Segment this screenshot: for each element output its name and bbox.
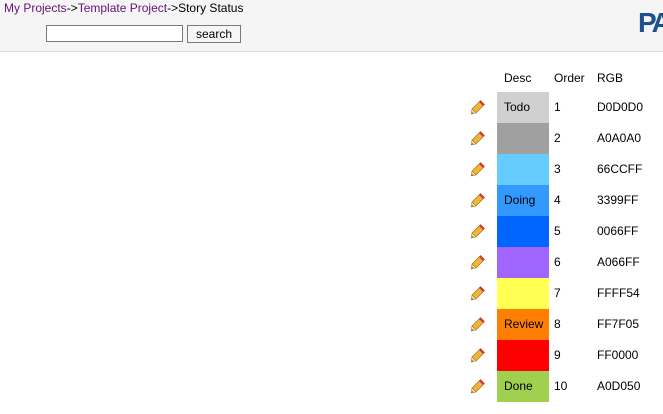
pencil-icon[interactable]: [470, 378, 486, 394]
status-color-swatch: Done: [497, 371, 549, 402]
pa-logo: PA: [636, 2, 663, 44]
table-row: Done 10 A0D050: [462, 371, 663, 402]
column-header-rgb: RGB: [597, 71, 624, 85]
status-color-swatch: [497, 154, 549, 185]
status-rgb: A066FF: [597, 255, 640, 269]
status-order: 6: [554, 255, 561, 269]
status-color-swatch: Doing: [497, 185, 549, 216]
status-order: 1: [554, 100, 561, 114]
status-rgb: FFFF54: [597, 286, 640, 300]
table-row: 3 66CCFF: [462, 154, 663, 185]
breadcrumb-separator: ->: [66, 1, 78, 15]
pencil-icon[interactable]: [470, 347, 486, 363]
pencil-icon[interactable]: [470, 130, 486, 146]
pencil-icon[interactable]: [470, 161, 486, 177]
table-row: Todo 1 D0D0D0: [462, 92, 663, 123]
status-color-swatch: Review: [497, 309, 549, 340]
table-row: Doing 4 3399FF: [462, 185, 663, 216]
breadcrumb-current: Story Status: [178, 1, 244, 15]
status-order: 3: [554, 162, 561, 176]
table-row: 5 0066FF: [462, 216, 663, 247]
status-color-swatch: [497, 247, 549, 278]
pencil-icon[interactable]: [470, 223, 486, 239]
status-color-swatch: [497, 123, 549, 154]
status-order: 8: [554, 317, 561, 331]
status-rgb: FF7F05: [597, 317, 640, 331]
pencil-icon[interactable]: [470, 316, 486, 332]
breadcrumb-my-projects[interactable]: My Projects: [4, 1, 67, 15]
pencil-icon[interactable]: [470, 99, 486, 115]
status-order: 4: [554, 193, 561, 207]
table-row: 6 A066FF: [462, 247, 663, 278]
table-row: 2 A0A0A0: [462, 123, 663, 154]
table-row: Review 8 FF7F05: [462, 309, 663, 340]
breadcrumb-separator: ->: [167, 1, 179, 15]
pencil-icon[interactable]: [470, 192, 486, 208]
status-order: 9: [554, 348, 561, 362]
status-rgb: A0A0A0: [597, 131, 642, 145]
status-color-swatch: [497, 278, 549, 309]
status-color-swatch: Todo: [497, 92, 549, 123]
status-order: 5: [554, 224, 561, 238]
status-rgb: FF0000: [597, 348, 639, 362]
status-order: 10: [554, 379, 568, 393]
breadcrumb: My Projects->Template Project->Story Sta…: [4, 1, 243, 15]
column-header-order: Order: [554, 71, 585, 85]
column-header-desc: Desc: [504, 71, 532, 85]
table-row: 9 FF0000: [462, 340, 663, 371]
status-rgb: D0D0D0: [597, 100, 644, 114]
status-order: 7: [554, 286, 561, 300]
status-order: 2: [554, 131, 561, 145]
breadcrumb-template-project[interactable]: Template Project: [78, 1, 167, 15]
status-rgb: 3399FF: [597, 193, 639, 207]
status-color-swatch: [497, 340, 549, 371]
status-color-swatch: [497, 216, 549, 247]
pencil-icon[interactable]: [470, 254, 486, 270]
top-bar: My Projects->Template Project->Story Sta…: [0, 0, 663, 52]
search-input[interactable]: [46, 25, 183, 42]
table-row: 7 FFFF54: [462, 278, 663, 309]
status-rgb: 0066FF: [597, 224, 639, 238]
search-button[interactable]: search: [187, 25, 241, 43]
pencil-icon[interactable]: [470, 285, 486, 301]
logo-text: PA: [638, 7, 663, 38]
status-rgb: 66CCFF: [597, 162, 643, 176]
status-rgb: A0D050: [597, 379, 641, 393]
